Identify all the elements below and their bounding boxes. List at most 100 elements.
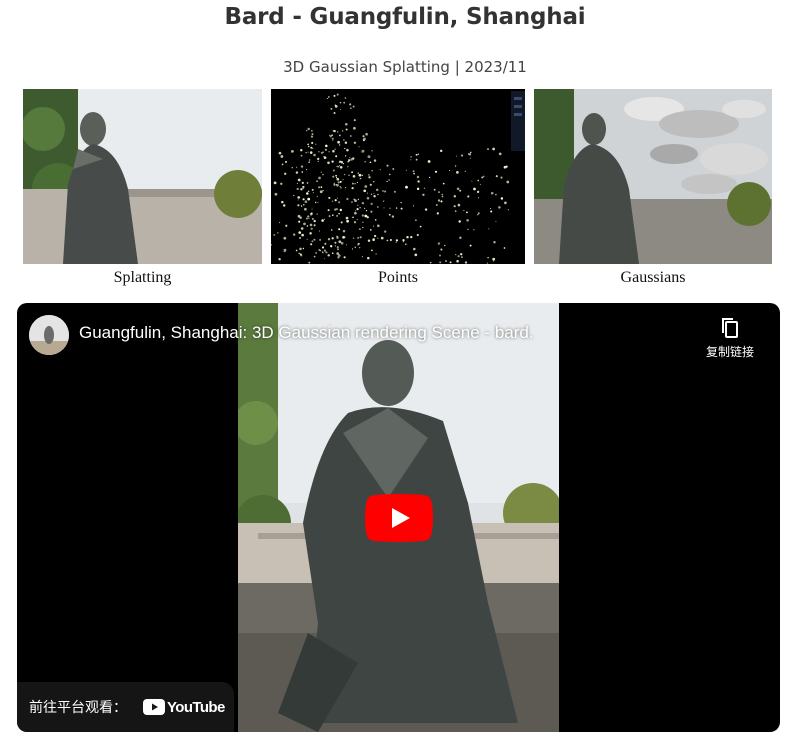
point-dot [347, 166, 349, 168]
point-dot [328, 215, 331, 218]
point-dot [412, 170, 415, 173]
point-dot [339, 164, 341, 167]
point-dot [469, 244, 472, 247]
point-dot [324, 148, 327, 151]
point-dot [351, 182, 354, 185]
point-dot [308, 261, 311, 264]
point-dot [380, 236, 384, 240]
point-dot [301, 171, 304, 173]
youtube-embed[interactable]: Guangfulin, Shanghai: 3D Gaussian render… [17, 303, 780, 732]
point-dot [477, 190, 480, 193]
point-dot [307, 127, 310, 131]
point-dot [338, 240, 342, 244]
copy-link-button[interactable]: 复制链接 [698, 317, 762, 360]
point-dot [339, 101, 342, 104]
point-dot [299, 216, 302, 219]
point-dot [356, 208, 359, 211]
point-dot [344, 186, 347, 189]
point-dot [323, 156, 325, 158]
point-dot [327, 161, 330, 165]
point-dot [358, 173, 362, 177]
splatting-caption: Splatting [113, 269, 172, 286]
point-dot [337, 165, 340, 168]
point-dot [313, 224, 316, 227]
points-caption: Points [377, 269, 418, 286]
point-dot [307, 145, 310, 148]
point-dot [335, 208, 338, 211]
point-dot [352, 237, 355, 239]
point-dot [386, 164, 389, 167]
point-dot [466, 218, 469, 222]
point-dot [433, 188, 436, 191]
point-dot [382, 200, 384, 202]
play-button[interactable] [365, 494, 433, 542]
point-dot [503, 165, 507, 169]
point-dot [313, 238, 316, 241]
point-dot [303, 222, 306, 226]
point-dot [358, 146, 360, 148]
point-dot [350, 158, 353, 161]
point-dot [389, 173, 391, 176]
video-title[interactable]: Guangfulin, Shanghai: 3D Gaussian render… [79, 323, 534, 343]
point-dot [345, 216, 349, 220]
point-dot [373, 238, 375, 240]
point-dot [315, 252, 317, 254]
gaussians-caption: Gaussians [620, 269, 686, 286]
point-dot [449, 261, 452, 264]
point-dot [461, 256, 463, 258]
point-dot [365, 209, 368, 212]
point-dot [315, 143, 317, 145]
point-dot [361, 214, 364, 217]
point-dot [300, 148, 303, 152]
point-dot [405, 169, 407, 171]
point-dot [291, 150, 294, 153]
point-dot [489, 208, 492, 210]
point-dot [356, 181, 358, 184]
point-dot [335, 184, 337, 186]
point-dot [464, 170, 466, 172]
point-dot [301, 233, 304, 237]
point-dot [313, 219, 316, 223]
point-dot [368, 176, 371, 179]
point-dot [336, 93, 339, 96]
point-dot [327, 238, 331, 241]
point-dot [302, 247, 305, 250]
point-dot [307, 143, 309, 146]
point-dot [459, 236, 462, 239]
point-dot [384, 190, 387, 193]
point-dot [392, 168, 395, 170]
point-dot [280, 182, 283, 185]
point-dot [369, 183, 372, 186]
point-dot [332, 140, 334, 142]
point-dot [334, 241, 337, 244]
point-dot [395, 239, 398, 242]
points-image [271, 89, 525, 264]
splatting-image [23, 89, 262, 264]
point-dot [402, 239, 405, 242]
point-dot [500, 176, 503, 179]
point-dot [345, 128, 348, 131]
point-dot [311, 141, 314, 145]
point-dot [349, 103, 352, 106]
point-dot [296, 182, 298, 185]
point-dot [308, 161, 310, 163]
watch-on-youtube[interactable]: 前往平台观看： YouTube [17, 682, 234, 732]
point-dot [339, 208, 343, 212]
point-dot [351, 171, 354, 174]
point-dot [306, 238, 308, 240]
point-dot [313, 255, 316, 258]
point-dot [330, 229, 333, 231]
channel-avatar[interactable] [29, 315, 69, 355]
point-dot [366, 192, 369, 194]
point-dot [345, 122, 348, 126]
point-dot [310, 135, 314, 138]
point-dot [322, 189, 324, 192]
point-dot [329, 135, 332, 138]
point-dot [498, 206, 501, 209]
point-dot [297, 199, 299, 201]
point-dot [299, 253, 302, 256]
point-dot [389, 238, 392, 242]
point-dot [334, 148, 336, 150]
point-dot [371, 150, 373, 152]
point-dot [282, 204, 286, 207]
